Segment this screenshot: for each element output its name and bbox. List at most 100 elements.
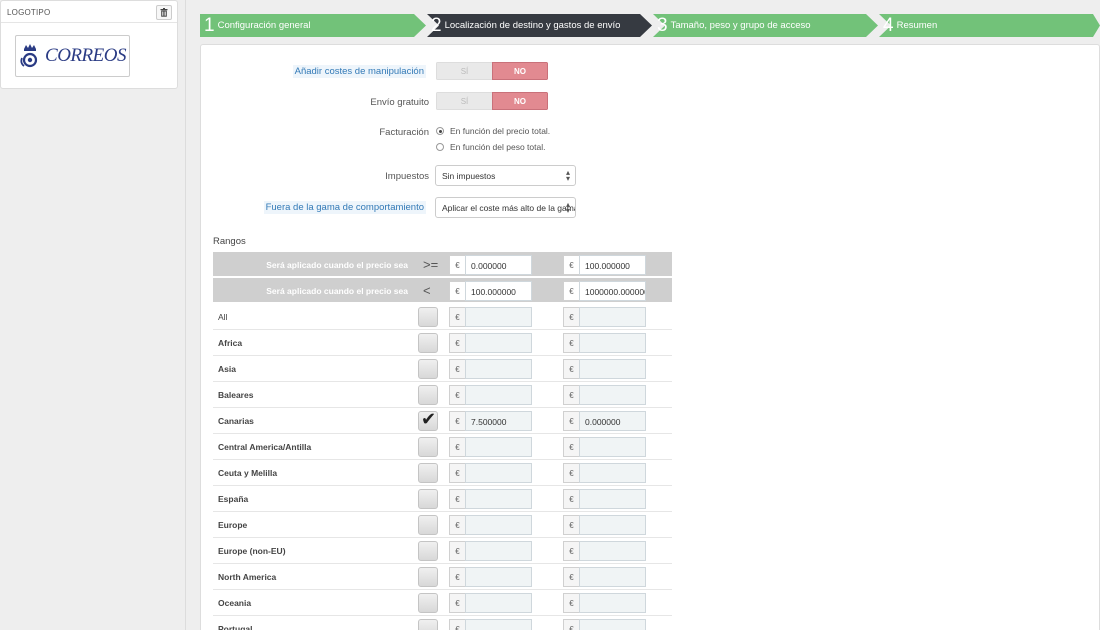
- zone-checkbox[interactable]: [418, 359, 438, 379]
- carrier-logo: CORREOS: [15, 35, 130, 77]
- zone-price-input-1[interactable]: €: [449, 437, 532, 457]
- logo-panel: LOGOTIPO CORREOS: [0, 0, 178, 89]
- zone-price-value-2: [579, 385, 646, 405]
- zone-price-input-1[interactable]: €: [449, 359, 532, 379]
- free-yes-option[interactable]: SÍ: [436, 92, 492, 110]
- zone-price-value-2: [579, 515, 646, 535]
- range-2-from-input[interactable]: €100.000000: [563, 255, 646, 275]
- range-2-to-input[interactable]: €1000000.000000: [563, 281, 646, 301]
- tax-select-value: Sin impuestos: [442, 171, 496, 181]
- zone-price-input-1[interactable]: €: [449, 541, 532, 561]
- zone-price-input-1[interactable]: €: [449, 463, 532, 483]
- radio-unselected-icon: [436, 143, 444, 151]
- zone-price-input-2[interactable]: €: [563, 437, 646, 457]
- handling-no-option[interactable]: NO: [492, 62, 548, 80]
- zone-price-value-1: [465, 359, 532, 379]
- free-shipping-toggle[interactable]: SÍ NO: [436, 92, 548, 110]
- euro-icon: €: [449, 619, 465, 630]
- zone-checkbox[interactable]: [418, 489, 438, 509]
- euro-icon: €: [449, 307, 465, 327]
- euro-icon: €: [563, 567, 579, 587]
- zone-name: Europe: [218, 520, 248, 530]
- billing-option-price[interactable]: En función del precio total.: [436, 126, 550, 136]
- euro-icon: €: [449, 385, 465, 405]
- euro-icon: €: [563, 281, 579, 301]
- zone-price-input-2[interactable]: €: [563, 463, 646, 483]
- zone-checkbox[interactable]: [418, 385, 438, 405]
- zone-price-input-2[interactable]: €: [563, 515, 646, 535]
- main-form-panel: Añadir costes de manipulación SÍ NO Enví…: [200, 44, 1100, 630]
- zone-price-value-2: [579, 359, 646, 379]
- euro-icon: €: [563, 333, 579, 353]
- free-no-option[interactable]: NO: [492, 92, 548, 110]
- zone-checkbox[interactable]: [418, 515, 438, 535]
- zone-name: Portugal: [218, 624, 253, 630]
- step-2-label: Localización de destino y gastos de enví…: [444, 20, 621, 31]
- zone-price-input-1[interactable]: €: [449, 385, 532, 405]
- step-2[interactable]: 2 Localización de destino y gastos de env…: [427, 14, 620, 37]
- euro-icon: €: [449, 359, 465, 379]
- zone-price-input-1[interactable]: €: [449, 515, 532, 535]
- zone-checkbox[interactable]: [418, 307, 438, 327]
- euro-icon: €: [449, 255, 465, 275]
- zone-checkbox[interactable]: ✔: [418, 410, 438, 431]
- zone-checkbox[interactable]: [418, 567, 438, 587]
- euro-icon: €: [449, 437, 465, 457]
- range-1-to-input[interactable]: €100.000000: [449, 281, 532, 301]
- out-of-range-select[interactable]: Aplicar el coste más alto de la gama def…: [435, 197, 576, 218]
- zone-price-input-1[interactable]: €: [449, 593, 532, 613]
- zone-name: Africa: [218, 338, 243, 348]
- zone-price-input-2[interactable]: €: [563, 567, 646, 587]
- step-3-label: Tamaño, peso y grupo de acceso: [670, 20, 811, 31]
- billing-option-weight[interactable]: En función del peso total.: [436, 142, 545, 152]
- zone-checkbox[interactable]: [418, 333, 438, 353]
- euro-icon: €: [563, 255, 579, 275]
- zone-price-input-1[interactable]: €: [449, 333, 532, 353]
- table-row: Central America/Antilla € €: [213, 434, 672, 460]
- zone-checkbox[interactable]: [418, 437, 438, 457]
- zone-price-input-2[interactable]: €: [563, 541, 646, 561]
- trash-icon[interactable]: [156, 5, 172, 20]
- billing-label: Facturación: [379, 127, 429, 138]
- zone-price-input-1[interactable]: €: [449, 307, 532, 327]
- zone-checkbox[interactable]: [418, 463, 438, 483]
- zone-price-value-2: [579, 567, 646, 587]
- zone-checkbox[interactable]: [418, 541, 438, 561]
- step-1[interactable]: 1 Configuración general: [200, 14, 311, 37]
- zone-price-input-2[interactable]: €: [563, 385, 646, 405]
- zone-price-value-2: [579, 307, 646, 327]
- table-row: Baleares € €: [213, 382, 672, 408]
- zone-price-input-2[interactable]: €: [563, 593, 646, 613]
- zone-price-input-2[interactable]: €: [563, 489, 646, 509]
- step-4[interactable]: 4 Resumen: [879, 14, 937, 37]
- updown-caret-icon: ▴ ▾: [565, 168, 570, 183]
- range-upper-bound-row: Será aplicado cuando el precio sea < €10…: [213, 278, 672, 304]
- tax-select[interactable]: Sin impuestos ▴ ▾: [435, 165, 576, 186]
- zone-price-value-1: [465, 567, 532, 587]
- table-row: Europe (non-EU) € €: [213, 538, 672, 564]
- zone-name: Central America/Antilla: [218, 442, 312, 452]
- table-row: Ceuta y Melilla € €: [213, 460, 672, 486]
- zone-name: Europe (non-EU): [218, 546, 286, 556]
- ranges-title: Rangos: [213, 236, 246, 247]
- zone-price-input-1[interactable]: €: [449, 567, 532, 587]
- handling-yes-option[interactable]: SÍ: [436, 62, 492, 80]
- step-3[interactable]: 3 Tamaño, peso y grupo de acceso: [653, 14, 811, 37]
- zone-price-value-2: [579, 489, 646, 509]
- zone-price-input-2[interactable]: €: [563, 619, 646, 630]
- tax-label: Impuestos: [385, 171, 429, 182]
- step-4-number: 4: [883, 15, 894, 36]
- step-4-label: Resumen: [896, 20, 938, 31]
- range-1-from-input[interactable]: €0.000000: [449, 255, 532, 275]
- zone-checkbox[interactable]: [418, 619, 438, 630]
- euro-icon: €: [449, 567, 465, 587]
- zone-price-input-1[interactable]: €: [449, 619, 532, 630]
- zone-price-input-2[interactable]: €: [563, 307, 646, 327]
- zone-price-input-1[interactable]: €: [449, 489, 532, 509]
- zone-price-input-1[interactable]: €7.500000: [449, 411, 532, 431]
- handling-costs-toggle[interactable]: SÍ NO: [436, 62, 548, 80]
- zone-checkbox[interactable]: [418, 593, 438, 613]
- zone-price-input-2[interactable]: €: [563, 333, 646, 353]
- zone-price-input-2[interactable]: €0.000000: [563, 411, 646, 431]
- zone-price-input-2[interactable]: €: [563, 359, 646, 379]
